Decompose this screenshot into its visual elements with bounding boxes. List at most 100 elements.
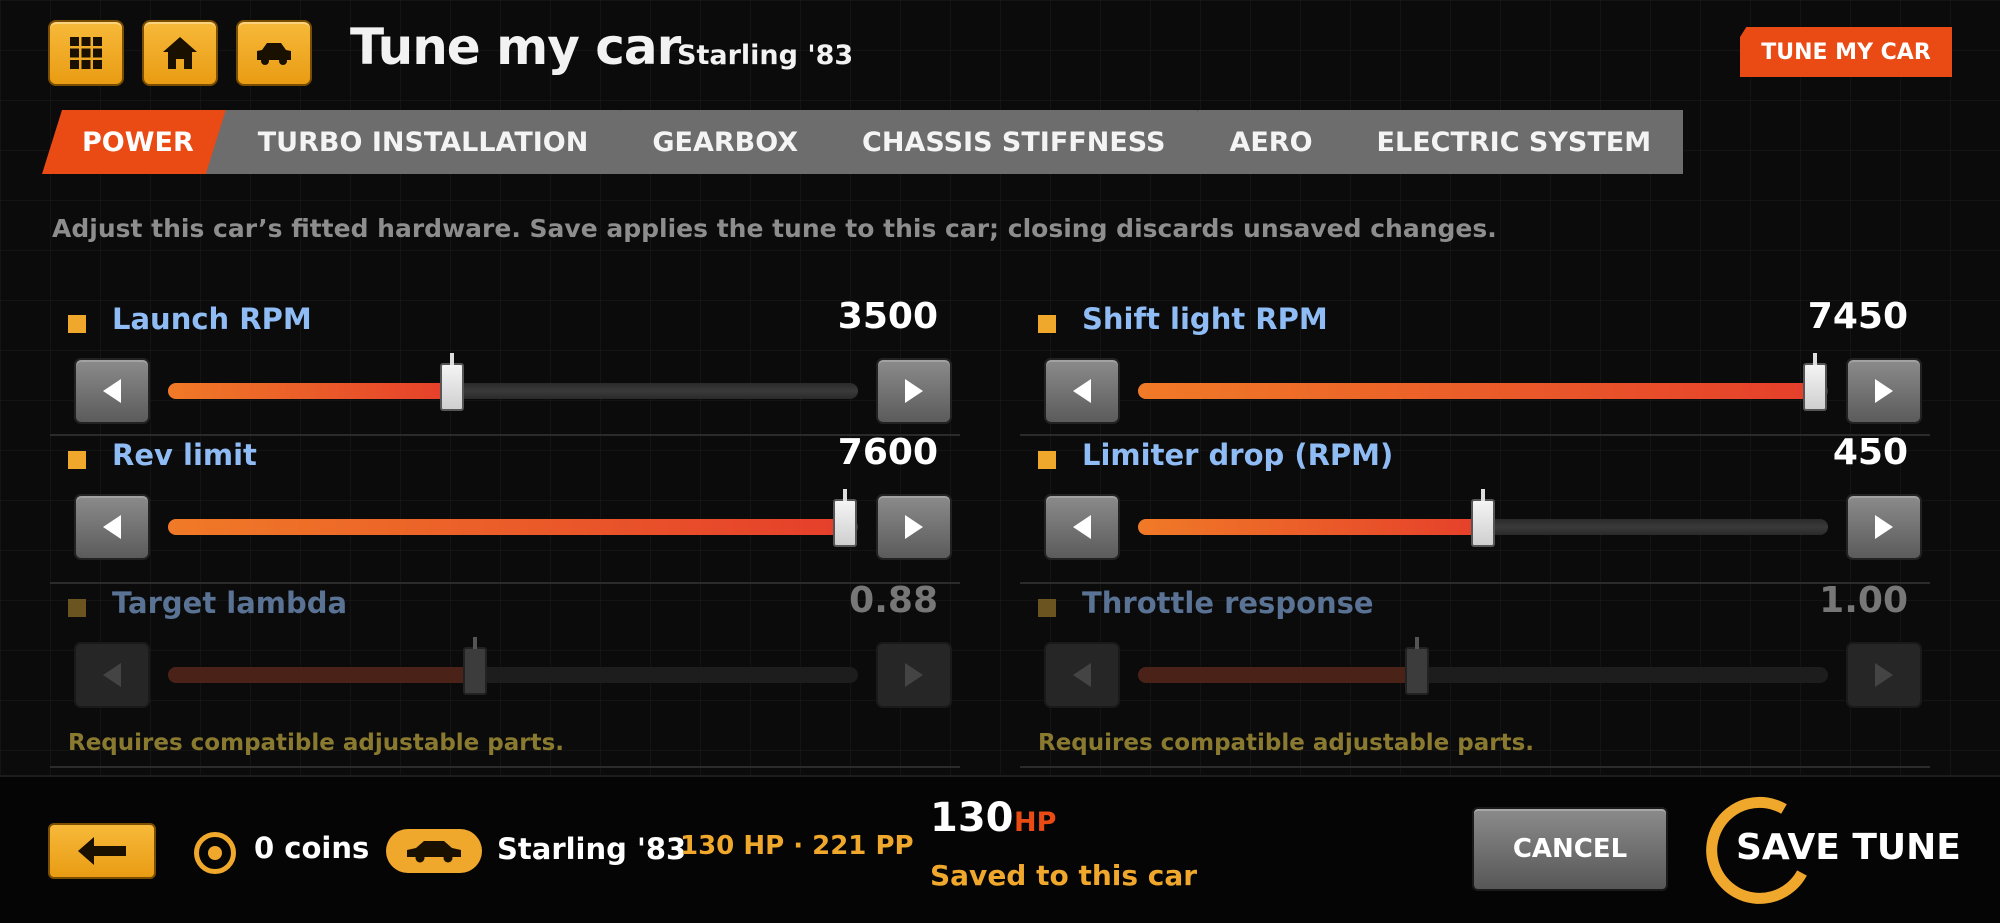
slider-fill <box>1138 667 1417 683</box>
coin-icon <box>194 832 236 874</box>
save-status: Saved to this car <box>930 859 1198 892</box>
coin-balance: 0 coins <box>254 831 370 865</box>
slider-marker <box>1038 315 1056 333</box>
slider-fill <box>168 667 476 683</box>
increase-button[interactable] <box>1846 494 1922 560</box>
slider-thumb <box>1404 637 1429 695</box>
arrow-left-icon <box>1073 379 1091 403</box>
slider-panel-shift-light-rpm: Shift light RPM 7450 <box>1020 296 1930 436</box>
arrow-left-icon <box>103 379 121 403</box>
arrow-left-icon <box>103 663 121 687</box>
decrease-button <box>74 642 150 708</box>
slider-label: Shift light RPM <box>1082 302 1328 336</box>
slider-marker <box>1038 599 1056 617</box>
decrease-button[interactable] <box>74 494 150 560</box>
home-button[interactable] <box>142 20 218 86</box>
slider-track[interactable] <box>1138 489 1828 547</box>
increase-button[interactable] <box>876 358 952 424</box>
slider-panel-launch-rpm: Launch RPM 3500 <box>50 296 960 436</box>
slider-label: Launch RPM <box>112 302 312 336</box>
slider-value: 7450 <box>1807 296 1908 337</box>
arrow-right-icon <box>1875 515 1893 539</box>
menu-grid-button[interactable] <box>48 20 124 86</box>
cancel-button[interactable]: CANCEL <box>1472 807 1668 891</box>
tab-electric-system[interactable]: ELECTRIC SYSTEM <box>1324 110 1684 174</box>
arrow-right-icon <box>905 663 923 687</box>
increase-button <box>1846 642 1922 708</box>
car-icon <box>407 841 461 863</box>
slider-fill <box>1138 383 1815 399</box>
slider-value: 0.88 <box>849 580 938 621</box>
hp-unit: HP <box>1014 807 1057 838</box>
slider-panel-rev-limit: Rev limit 7600 <box>50 432 960 584</box>
slider-thumb[interactable] <box>440 353 465 411</box>
slider-thumb[interactable] <box>832 489 857 547</box>
slider-panel-target-lambda: Target lambda 0.88 Requires compatible a… <box>50 580 960 768</box>
slider-value: 7600 <box>837 432 938 473</box>
decrease-button[interactable] <box>1044 358 1120 424</box>
increase-button <box>876 642 952 708</box>
garage-car-button[interactable] <box>236 20 312 86</box>
tab-turbo-installation[interactable]: TURBO INSTALLATION <box>205 110 621 174</box>
slider-label: Rev limit <box>112 438 257 472</box>
slider-value: 3500 <box>837 296 938 337</box>
grid-icon <box>70 37 102 69</box>
description-text: Adjust this car’s fitted hardware. Save … <box>52 214 1497 243</box>
arrow-left-icon <box>1073 515 1091 539</box>
tab-chassis-stiffness[interactable]: CHASSIS STIFFNESS <box>810 110 1198 174</box>
save-tune-label: SAVE TUNE <box>1736 827 1961 868</box>
car-icon <box>257 43 291 65</box>
slider-marker <box>68 315 86 333</box>
slider-track[interactable] <box>168 489 858 547</box>
decrease-button <box>1044 642 1120 708</box>
save-tune-button[interactable]: SAVE TUNE <box>1702 795 1982 907</box>
slider-marker <box>68 451 86 469</box>
increase-button[interactable] <box>1846 358 1922 424</box>
slider-panel-limiter-drop: Limiter drop (RPM) 450 <box>1020 432 1930 584</box>
bottom-bar: 0 coins Starling '83 130 HP · 221 PP 130… <box>0 775 2000 923</box>
slider-fill <box>1138 519 1483 535</box>
home-icon <box>163 37 197 69</box>
slider-label: Limiter drop (RPM) <box>1082 438 1394 472</box>
slider-track <box>168 637 858 695</box>
slider-marker <box>68 599 86 617</box>
footer-car-name: Starling '83 <box>497 832 687 866</box>
decrease-button[interactable] <box>1044 494 1120 560</box>
slider-track[interactable] <box>1138 353 1828 411</box>
page-title: Tune my car <box>350 18 681 76</box>
arrow-right-icon <box>1875 379 1893 403</box>
arrow-left-icon <box>103 515 121 539</box>
hp-value: 130 <box>930 795 1014 841</box>
tab-power[interactable]: POWER <box>42 110 226 174</box>
arrow-left-icon <box>1073 663 1091 687</box>
slider-marker <box>1038 451 1056 469</box>
tab-gearbox[interactable]: GEARBOX <box>600 110 831 174</box>
arrow-left-icon <box>78 837 126 865</box>
slider-note: Requires compatible adjustable parts. <box>68 730 565 756</box>
car-stats: 130 HP · 221 PP <box>680 831 914 861</box>
slider-thumb[interactable] <box>1802 353 1827 411</box>
slider-track <box>1138 637 1828 695</box>
back-button[interactable] <box>48 823 156 879</box>
slider-fill <box>168 383 453 399</box>
slider-thumb[interactable] <box>1471 489 1495 547</box>
arrow-right-icon <box>1875 663 1893 687</box>
slider-track[interactable] <box>168 353 858 411</box>
car-name: Starling '83 <box>677 40 854 71</box>
arrow-right-icon <box>905 515 923 539</box>
tab-aero[interactable]: AERO <box>1177 110 1345 174</box>
arrow-right-icon <box>905 379 923 403</box>
slider-note: Requires compatible adjustable parts. <box>1038 730 1535 756</box>
decrease-button[interactable] <box>74 358 150 424</box>
tune-my-car-badge[interactable]: TUNE MY CAR <box>1740 27 1952 77</box>
increase-button[interactable] <box>876 494 952 560</box>
slider-thumb <box>463 637 488 695</box>
slider-label: Target lambda <box>112 586 348 620</box>
slider-value: 450 <box>1832 432 1908 473</box>
slider-fill <box>168 519 845 535</box>
slider-value: 1.00 <box>1819 580 1908 621</box>
slider-panel-throttle-response: Throttle response 1.00 Requires compatib… <box>1020 580 1930 768</box>
slider-label: Throttle response <box>1082 586 1374 620</box>
tune-category-tabs: POWER TURBO INSTALLATION GEARBOX CHASSIS… <box>42 110 1684 174</box>
car-badge <box>386 829 482 873</box>
